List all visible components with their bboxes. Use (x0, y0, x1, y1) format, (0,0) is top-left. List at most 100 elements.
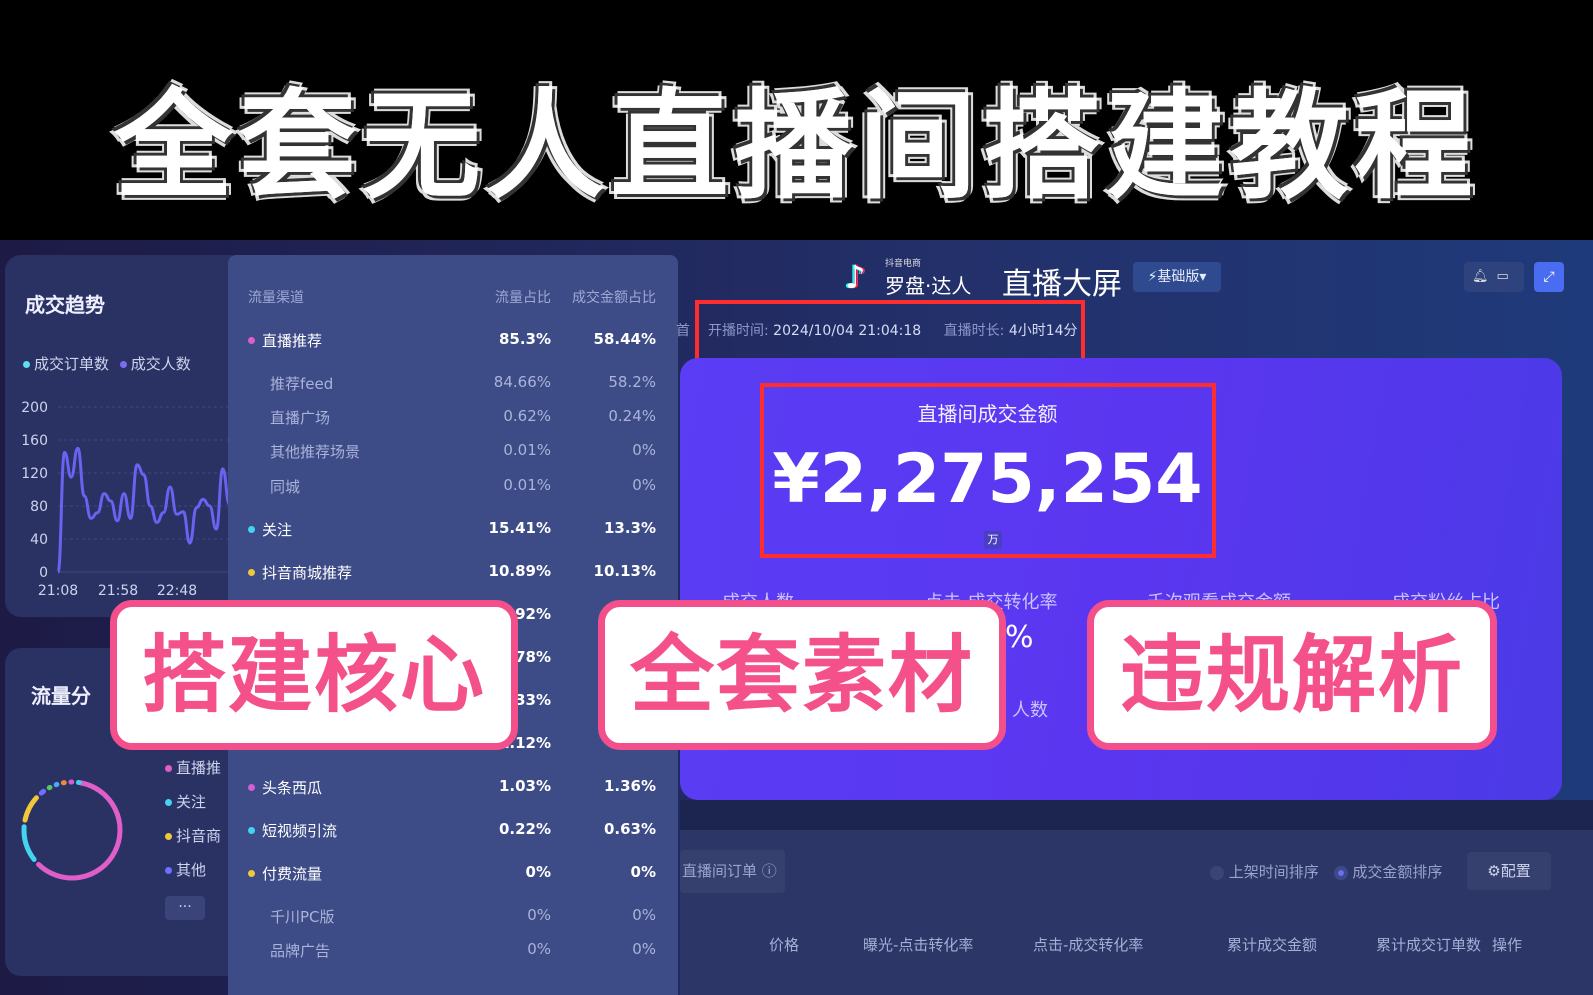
channel-dot (248, 569, 255, 576)
fullscreen-icon[interactable]: ⤢ (1534, 262, 1564, 292)
gmv-share: 0% (632, 441, 656, 459)
gmv-share: 0% (632, 906, 656, 924)
channel-name: 直播广场 (270, 409, 331, 427)
table-row: 关注 15.41% 13.3% (228, 519, 678, 549)
traffic-share: 10.89% (488, 562, 551, 580)
col-actions: 操作 (1492, 936, 1523, 954)
header-tools: 🔔︎ ▭ (1464, 262, 1524, 292)
table-row: 千川PC版 0% 0% (228, 906, 678, 936)
page-title: 直播大屏 (1002, 267, 1122, 302)
y-tick-label: 160 (21, 433, 48, 449)
channel-name: 品牌广告 (270, 942, 331, 960)
channel-name: 直播推荐 (262, 332, 323, 350)
info-icon: ⓘ (761, 862, 777, 880)
table-row: 品牌广告 0% 0% (228, 940, 678, 970)
table-row: 抖音商城推荐 10.89% 10.13% (228, 562, 678, 592)
edition-dropdown[interactable]: ⚡基础版▾ (1133, 262, 1221, 292)
table-row: 头条西瓜 1.03% 1.36% (228, 777, 678, 807)
trend-chart: 0408012016020021:0821:5822:482 (21, 400, 240, 599)
table-row: 同城 0.01% 0% (228, 476, 678, 506)
traffic-share: 0% (527, 906, 551, 924)
traffic-share: 84.66% (493, 373, 551, 391)
gmv-share: 0% (632, 476, 656, 494)
header-traffic-share: 流量占比 (495, 290, 551, 306)
orders-panel (680, 830, 1593, 995)
table-row: 付费流量 0% 0% (228, 863, 678, 893)
legend-buyers[interactable]: 成交人数 (131, 355, 191, 373)
table-row: 短视频引流 0.22% 0.63% (228, 820, 678, 850)
tab-live-orders[interactable]: 直播间订单 ⓘ (680, 850, 785, 893)
gmv-share: 58.44% (593, 330, 656, 348)
radio-listing-time[interactable] (1210, 865, 1224, 880)
traffic-legend-item: 抖音商 (165, 819, 221, 853)
banner: 全套无人直播间搭建教程 (0, 0, 1593, 240)
traffic-share: 0.01% (503, 441, 551, 459)
traffic-title: 流量分 (31, 684, 91, 708)
y-tick-label: 40 (30, 532, 48, 548)
x-tick-label: 22:48 (157, 583, 197, 599)
gmv-share: 10.13% (593, 562, 656, 580)
series-line-buyers (56, 434, 238, 574)
channel-name: 推荐feed (270, 375, 334, 393)
table-row: 直播推荐 85.3% 58.44% (228, 330, 678, 360)
channel-name: 头条西瓜 (262, 779, 323, 797)
channel-name: 同城 (270, 478, 301, 496)
traffic-legend-item: 其他 (165, 853, 221, 887)
channel-dot (248, 827, 255, 834)
donut-segment (36, 780, 123, 881)
traffic-donut (21, 779, 123, 881)
col-ctr: 曝光-点击转化率 (863, 936, 974, 954)
gear-icon: ⚙ (1487, 862, 1501, 880)
traffic-share: 85.3% (498, 330, 551, 348)
col-price: 价格 (769, 936, 800, 954)
table-row: 直播广场 0.62% 0.24% (228, 407, 678, 437)
traffic-share: 0.62% (503, 407, 551, 425)
douyin-logo-icon: ♪ (845, 258, 866, 296)
col-orders: 累计成交订单数 (1376, 936, 1482, 954)
channel-name: 其他推荐场景 (270, 443, 361, 461)
y-tick-label: 0 (39, 565, 48, 581)
config-button[interactable]: ⚙配置 (1467, 852, 1551, 890)
gmv-share: 0% (632, 940, 656, 958)
highlight-box-gmv (760, 383, 1216, 558)
traffic-legend-item: 关注 (165, 785, 221, 819)
channel-dot (248, 526, 255, 533)
channel-dot (248, 337, 255, 344)
sort-options: 上架时间排序 成交金额排序 (1210, 861, 1442, 882)
monitor-icon[interactable]: ▭ (1497, 269, 1509, 284)
traffic-share: 0% (527, 940, 551, 958)
traffic-legend-item: 直播推 (165, 751, 221, 785)
divider (680, 800, 1593, 830)
y-tick-label: 200 (21, 400, 48, 416)
gmv-share: 13.3% (603, 519, 656, 537)
overlay-materials: 全套素材 (598, 600, 1006, 750)
donut-segment (21, 824, 37, 862)
legend-dot-buyers (119, 361, 127, 368)
gmv-share: 58.2% (608, 373, 656, 391)
prev-tab-fragment[interactable]: 首 (676, 320, 690, 340)
traffic-share: 1.03% (498, 777, 551, 795)
col-cvr: 点击-成交转化率 (1033, 936, 1144, 954)
trend-legend: 成交订单数 成交人数 (23, 353, 191, 374)
traffic-share: 15.41% (488, 519, 551, 537)
x-tick-label: 21:58 (98, 583, 138, 599)
overlay-violations: 违规解析 (1087, 600, 1497, 750)
brand-name: 罗盘·达人 (885, 274, 972, 298)
bell-icon[interactable]: 🔔︎ (1472, 269, 1489, 284)
header-channel: 流量渠道 (248, 290, 304, 306)
radio-gmv-selected[interactable] (1333, 865, 1348, 880)
channel-dot (248, 870, 255, 877)
metric-percent-fragment: % (1005, 620, 1034, 655)
col-gmv: 累计成交金额 (1227, 936, 1318, 954)
legend-orders[interactable]: 成交订单数 (34, 355, 109, 373)
traffic-share: 0.01% (503, 476, 551, 494)
overlay-build-core: 搭建核心 (110, 600, 518, 750)
channel-name: 关注 (262, 521, 293, 539)
more-button[interactable]: ··· (165, 896, 205, 920)
table-row: 其他推荐场景 0.01% 0% (228, 441, 678, 471)
channel-name: 短视频引流 (262, 822, 338, 840)
brand-small: 抖音电商 (885, 259, 922, 269)
metric-sub-label: 人数 (1012, 700, 1048, 721)
gmv-share: 0% (630, 863, 656, 881)
header-gmv-share: 成交金额占比 (572, 290, 656, 306)
